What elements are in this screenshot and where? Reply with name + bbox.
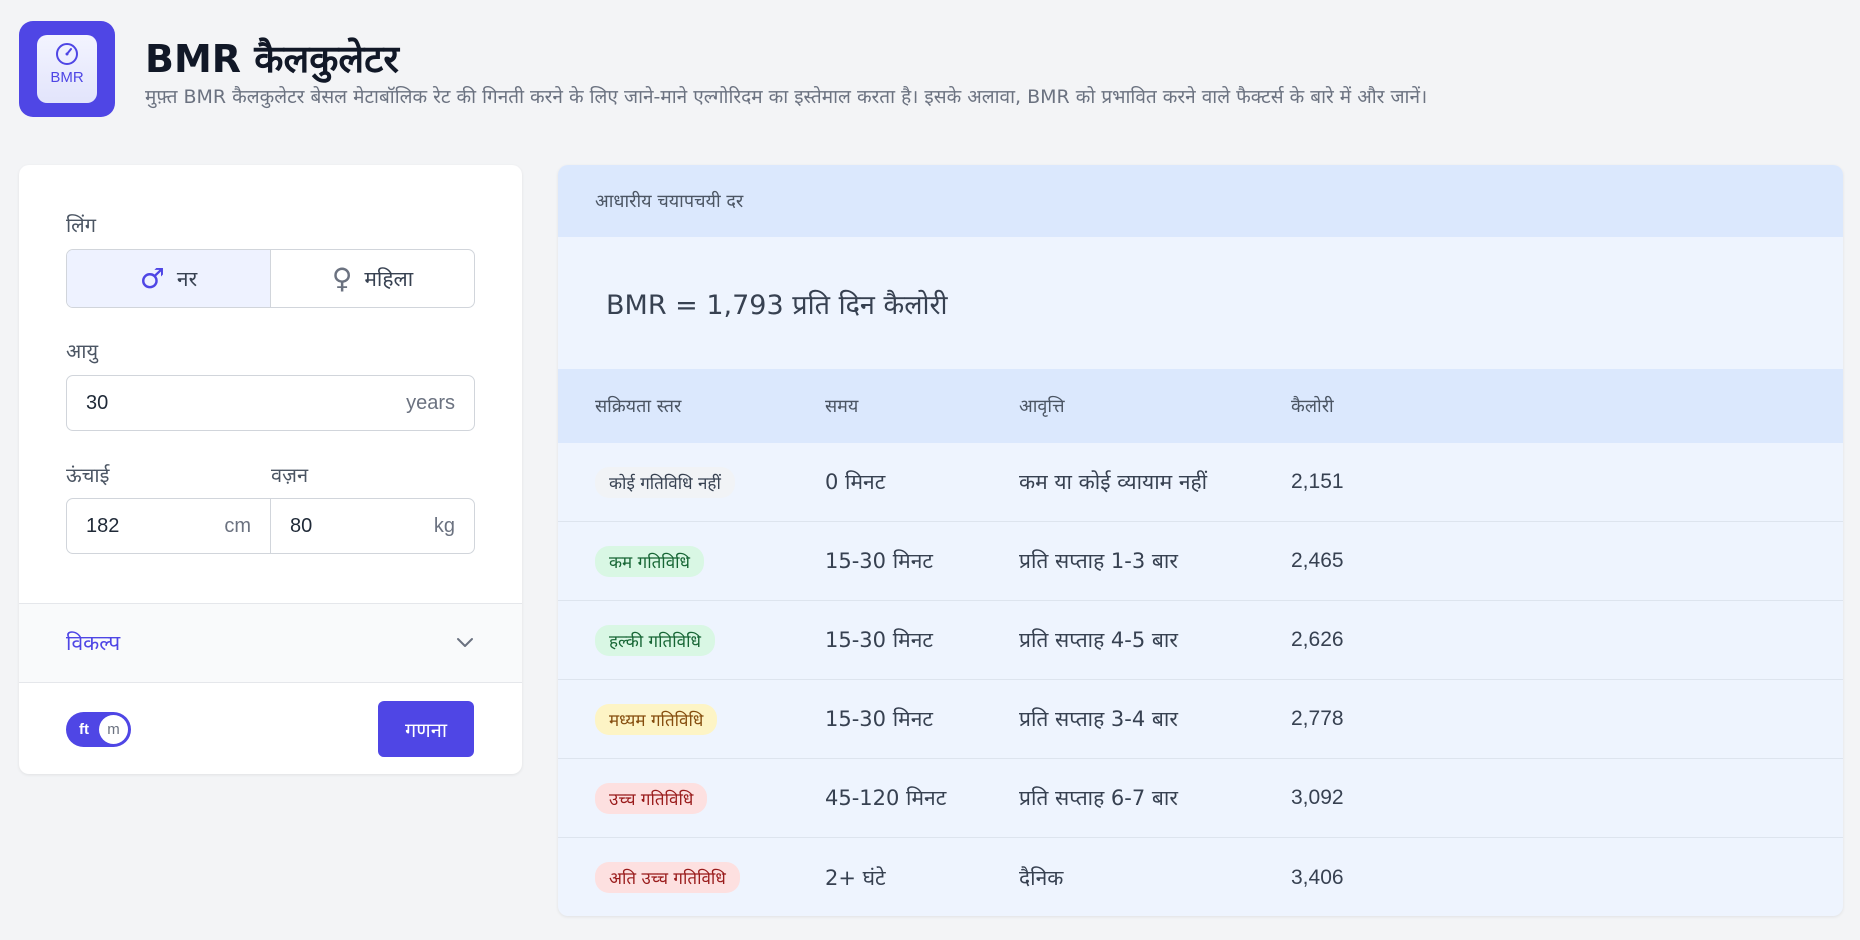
activity-badge: कम गतिविधि [595, 545, 705, 577]
male-icon: ♂ [139, 261, 165, 295]
result-heading: आधारीय चयापचयी दर [558, 165, 1843, 237]
page-subtitle: मुफ़्त BMR कैलकुलेटर बेसल मेटाबॉलिक रेट … [145, 86, 1428, 108]
weight-input[interactable] [290, 514, 390, 538]
age-unit: years [406, 391, 455, 414]
activity-table-header: सक्रियता स्तर समय आवृत्ति कैलोरी [558, 369, 1843, 443]
male-label: नर [176, 266, 198, 291]
bmr-scale-icon: BMR [19, 21, 115, 117]
gender-male-button[interactable]: ♂ नर [67, 250, 270, 307]
row-frequency: दैनिक [1019, 865, 1064, 890]
row-calories: 2,626 [1291, 628, 1344, 651]
table-row: अति उच्च गतिविधि 2+ घंटे दैनिक 3,406 [558, 838, 1843, 916]
row-calories: 3,406 [1291, 865, 1344, 889]
weight-label: वज़न [271, 463, 309, 487]
height-input[interactable] [86, 514, 186, 538]
height-unit: cm [224, 514, 251, 537]
row-time: 15-30 मिनट [825, 628, 933, 652]
icon-label: BMR [50, 69, 84, 86]
calculate-button[interactable]: गणना [378, 701, 474, 757]
header-activity-level: सक्रियता स्तर [595, 396, 682, 417]
activity-badge: उच्च गतिविधि [595, 782, 708, 814]
chevron-down-icon [457, 638, 473, 647]
gauge-icon [56, 43, 78, 65]
row-time: 15-30 मिनट [825, 707, 933, 731]
row-time: 0 मिनट [825, 470, 886, 494]
female-icon: ♀ [331, 261, 353, 295]
activity-badge: अति उच्च गतिविधि [595, 862, 740, 893]
activity-badge: मध्यम गतिविधि [595, 703, 718, 735]
table-row: मध्यम गतिविधि 15-30 मिनट प्रति सप्ताह 3-… [558, 680, 1843, 759]
table-row: हल्की गतिविधि 15-30 मिनट प्रति सप्ताह 4-… [558, 601, 1843, 680]
unit-toggle-metric: m [99, 715, 128, 744]
gender-label: लिंग [66, 213, 96, 237]
gender-toggle: ♂ नर ♀ महिला [66, 249, 475, 308]
row-calories: 2,778 [1291, 707, 1344, 730]
header-calories: कैलोरी [1291, 396, 1334, 417]
weight-field[interactable]: kg [270, 498, 475, 554]
row-time: 15-30 मिनट [825, 549, 933, 573]
page-title: BMR कैलकुलेटर [145, 37, 399, 81]
row-calories: 3,092 [1291, 786, 1344, 809]
table-row: उच्च गतिविधि 45-120 मिनट प्रति सप्ताह 6-… [558, 759, 1843, 838]
row-frequency: प्रति सप्ताह 4-5 बार [1019, 628, 1178, 652]
row-calories: 2,151 [1291, 470, 1344, 493]
bmr-result-value: BMR = 1,793 प्रति दिन कैलोरी [606, 289, 948, 321]
options-accordion[interactable]: विकल्प [19, 603, 522, 683]
table-row: कम गतिविधि 15-30 मिनट प्रति सप्ताह 1-3 ब… [558, 522, 1843, 601]
weight-unit: kg [433, 514, 455, 537]
header-time: समय [825, 396, 859, 417]
female-label: महिला [364, 266, 414, 291]
unit-toggle-imperial: ft [79, 721, 89, 738]
gender-female-button[interactable]: ♀ महिला [270, 250, 474, 307]
page-header: BMR BMR कैलकुलेटर मुफ़्त BMR कैलकुलेटर ब… [19, 21, 1427, 117]
activity-badge: हल्की गतिविधि [595, 624, 715, 656]
row-time: 2+ घंटे [825, 865, 886, 890]
bmr-form-card: लिंग ♂ नर ♀ महिला आयु years ऊंचाई वज़न c… [19, 165, 522, 774]
table-row: कोई गतिविधि नहीं 0 मिनट कम या कोई व्याया… [558, 443, 1843, 522]
age-label: आयु [66, 339, 99, 363]
height-label: ऊंचाई [66, 463, 110, 487]
height-field[interactable]: cm [66, 498, 271, 554]
row-time: 45-120 मिनट [825, 786, 947, 810]
bmr-result-card: आधारीय चयापचयी दर BMR = 1,793 प्रति दिन … [558, 165, 1843, 916]
row-frequency: प्रति सप्ताह 6-7 बार [1019, 786, 1178, 810]
activity-badge: कोई गतिविधि नहीं [595, 466, 735, 498]
row-frequency: प्रति सप्ताह 3-4 बार [1019, 707, 1178, 731]
row-frequency: प्रति सप्ताह 1-3 बार [1019, 549, 1178, 573]
unit-system-toggle[interactable]: ft m [66, 712, 131, 747]
header-frequency: आवृत्ति [1019, 396, 1065, 417]
age-input[interactable] [86, 391, 186, 415]
row-frequency: कम या कोई व्यायाम नहीं [1019, 470, 1208, 494]
age-field[interactable]: years [66, 375, 475, 431]
options-label: विकल्प [66, 631, 121, 655]
row-calories: 2,465 [1291, 549, 1344, 572]
